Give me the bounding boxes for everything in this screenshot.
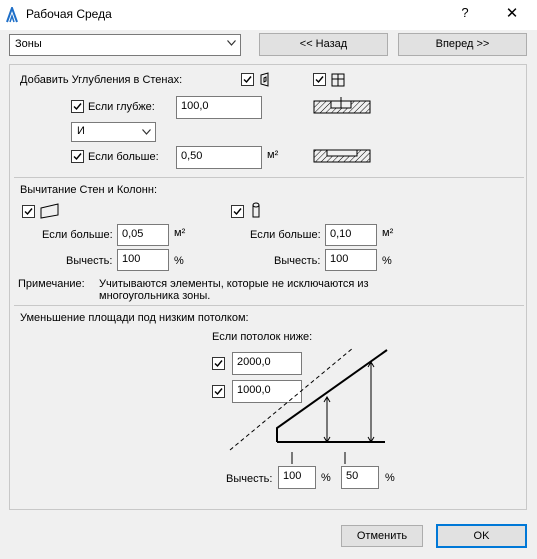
niches-windows-checkbox[interactable] [313,73,326,86]
niche-depth-diagram [313,97,371,114]
cancel-button-label: Отменить [356,530,408,542]
ceiling-subtract1-unit: % [321,472,331,484]
panel-select[interactable]: Зоны [9,34,241,56]
niche-area-diagram [313,149,371,163]
columns-subtract-label: Вычесть: [274,255,321,267]
forward-button-label: Вперед >> [435,38,490,50]
columns-subtract-input[interactable]: 100 [325,249,377,271]
back-button-label: << Назад [299,38,348,50]
help-button[interactable]: ? [455,5,475,20]
deeper-input[interactable]: 100,0 [176,96,262,119]
wall-icon [40,203,59,219]
niches-walls-checkbox[interactable] [241,73,254,86]
walls-subtract-input[interactable]: 100 [117,249,169,271]
chevron-down-icon [142,129,151,135]
larger-unit: м² [267,149,279,161]
deeper-label: Если глубже: [88,101,155,113]
ceiling-subtract1-input[interactable]: 100 [278,466,316,489]
height1-checkbox[interactable] [212,357,225,370]
ceiling-subtract2-unit: % [385,472,395,484]
niches-heading: Добавить Углубления в Стенах: [20,74,183,86]
panel-select-value: Зоны [15,38,42,50]
close-button[interactable]: ✕ [497,4,527,22]
note-label: Примечание: [18,278,85,290]
walls-larger-unit: м² [174,227,186,239]
larger-checkbox[interactable] [71,150,84,163]
ceiling-heading: Уменьшение площади под низким потолком: [20,312,249,324]
note-line-2: многоугольника зоны. [99,290,211,302]
deeper-checkbox[interactable] [71,100,84,113]
note-line-1: Учитываются элементы, которые не исключа… [99,278,369,290]
larger-label: Если больше: [88,151,159,163]
window-title: Рабочая Среда [26,7,112,21]
walls-subtract-unit: % [174,255,184,267]
wall-niche-icon [260,72,269,87]
columns-subtract-value: 100 [330,253,349,265]
columns-larger-label: Если больше: [250,229,321,241]
subtract-heading: Вычитание Стен и Колонн: [20,184,158,196]
ceiling-subtract1-value: 100 [283,470,302,482]
subtract-walls-checkbox[interactable] [22,205,35,218]
deeper-value: 100,0 [181,100,209,112]
height2-checkbox[interactable] [212,385,225,398]
larger-input[interactable]: 0,50 [176,146,262,169]
title-bar: Рабочая Среда ? ✕ [0,0,537,30]
columns-subtract-unit: % [382,255,392,267]
ceiling-subtract-label: Вычесть: [226,473,273,485]
logic-select-value: И [77,125,85,137]
section-divider [14,177,524,178]
cancel-button[interactable]: Отменить [341,525,423,547]
chevron-down-icon [227,40,236,46]
column-icon [252,202,260,218]
columns-larger-value: 0,10 [330,228,352,240]
low-ceiling-diagram [229,347,388,464]
walls-larger-value: 0,05 [122,228,144,240]
ok-button[interactable]: OK [436,524,527,548]
walls-subtract-label: Вычесть: [66,255,113,267]
ceiling-subtract2-value: 50 [346,470,359,482]
logic-select[interactable]: И [71,122,156,142]
columns-larger-unit: м² [382,227,394,239]
section-divider [14,305,524,306]
ceiling-subtract2-input[interactable]: 50 [341,466,379,489]
larger-value: 0,50 [181,150,203,162]
columns-larger-input[interactable]: 0,10 [325,224,377,246]
back-button[interactable]: << Назад [259,33,388,56]
subtract-columns-checkbox[interactable] [231,205,244,218]
archicad-app-icon [6,7,18,23]
window-niche-icon [331,73,345,87]
forward-button[interactable]: Вперед >> [398,33,527,56]
walls-larger-input[interactable]: 0,05 [117,224,169,246]
ok-button-label: OK [473,530,490,542]
walls-larger-label: Если больше: [42,229,113,241]
walls-subtract-value: 100 [122,253,141,265]
